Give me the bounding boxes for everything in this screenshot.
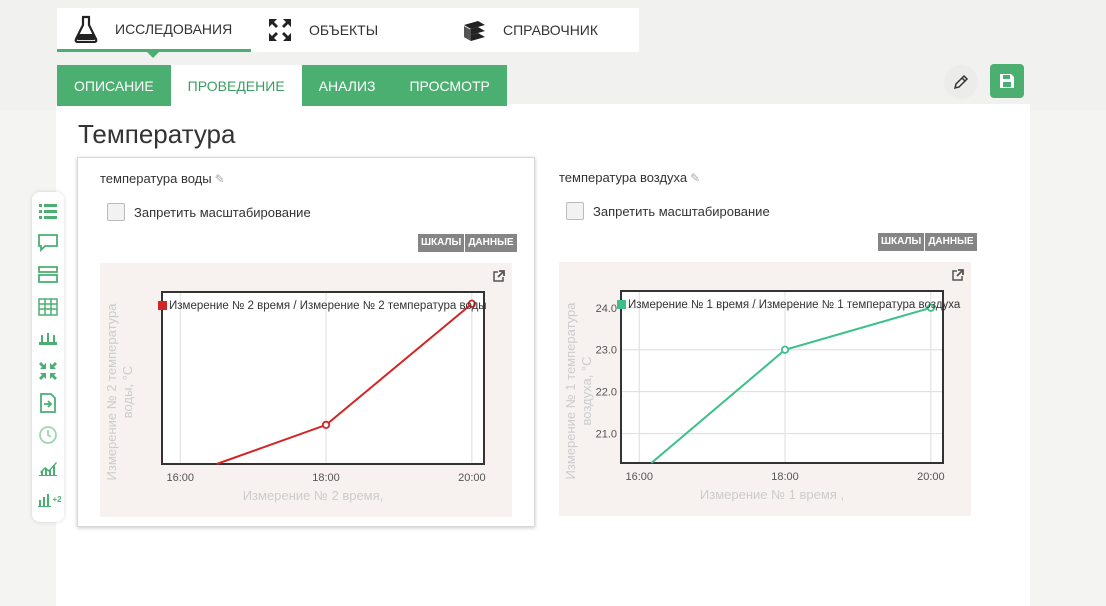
list-icon[interactable] bbox=[38, 201, 58, 221]
chart-title-text: температура воды bbox=[100, 171, 212, 186]
y-tick-label: 24.0 bbox=[596, 303, 617, 315]
clock-icon[interactable] bbox=[38, 425, 58, 445]
chart-card-air[interactable]: температура воздуха ✎ Запретить масштабир… bbox=[537, 157, 993, 525]
chart-buttons: ШКАЛЫ ДАННЫЕ bbox=[877, 233, 977, 251]
y-axis-label-line1: Измерение № 2 температура bbox=[104, 303, 119, 481]
tab-objects-label: ОБЪЕКТЫ bbox=[309, 22, 379, 38]
collapse-icon[interactable] bbox=[38, 361, 58, 381]
save-button[interactable] bbox=[990, 64, 1024, 98]
plot-background bbox=[162, 292, 484, 464]
tab-research-label: ИССЛЕДОВАНИЯ bbox=[115, 20, 233, 37]
table-rows-icon[interactable] bbox=[38, 265, 58, 285]
x-tick-label: 18:00 bbox=[312, 472, 340, 484]
tab-objects[interactable]: ОБЪЕКТЫ bbox=[251, 8, 445, 52]
chart-card-water[interactable]: температура воды ✎ Запретить масштабирова… bbox=[77, 157, 535, 527]
grid-table-icon[interactable] bbox=[38, 297, 58, 317]
legend-swatch bbox=[617, 300, 626, 309]
checkbox-label: Запретить масштабирование bbox=[134, 204, 311, 220]
x-axis-label: Измерение № 1 время , bbox=[700, 487, 844, 502]
checkbox-box[interactable] bbox=[107, 203, 125, 221]
disable-zoom-checkbox[interactable]: Запретить масштабирование bbox=[107, 203, 311, 221]
tab-reference-label: СПРАВОЧНИК bbox=[503, 22, 599, 38]
chart-title: температура воздуха ✎ bbox=[559, 170, 700, 185]
y-axis-label-line2: воды, °C bbox=[120, 366, 135, 418]
y-tick-label: 22.0 bbox=[596, 387, 617, 399]
expand-arrows-icon bbox=[265, 15, 295, 45]
chart-buttons: ШКАЛЫ ДАННЫЕ bbox=[417, 234, 517, 252]
legend-swatch bbox=[158, 301, 167, 310]
legend-label: Измерение № 1 время / Измерение № 1 темп… bbox=[628, 299, 961, 311]
plot-area: 16:00 18:00 20:00 Измерение № 2 время / Изм… bbox=[100, 263, 512, 517]
books-icon bbox=[459, 15, 489, 45]
scales-button[interactable]: ШКАЛЫ bbox=[878, 233, 925, 251]
y-tick-label: 23.0 bbox=[596, 345, 617, 357]
x-tick-label: 16:00 bbox=[166, 472, 194, 484]
data-point bbox=[780, 345, 790, 354]
chart-line-icon[interactable] bbox=[38, 457, 58, 477]
chart-title-text: температура воздуха bbox=[559, 170, 688, 185]
subtab-view[interactable]: ПРОСМОТР bbox=[392, 65, 507, 106]
chart-title: температура воды ✎ bbox=[100, 171, 225, 186]
x-tick-label: 18:00 bbox=[771, 471, 799, 483]
plot-background bbox=[621, 291, 943, 463]
main-nav: ИССЛЕДОВАНИЯ ОБЪЕКТЫ СПРАВОЧНИК bbox=[57, 8, 639, 58]
subtab-description[interactable]: ОПИСАНИЕ bbox=[57, 65, 171, 106]
x-tick-label: 20:00 bbox=[917, 471, 945, 483]
comment-icon[interactable] bbox=[38, 233, 58, 253]
edit-title-icon[interactable]: ✎ bbox=[215, 172, 225, 186]
tool-sidebar: +2 bbox=[32, 192, 64, 522]
sub-nav: ОПИСАНИЕ ПРОВЕДЕНИЕ АНАЛИЗ ПРОСМОТР bbox=[57, 65, 507, 106]
flask-icon bbox=[71, 14, 101, 44]
edit-title-icon[interactable]: ✎ bbox=[690, 171, 700, 185]
y-axis-label-line2: воздуха, °C bbox=[579, 357, 594, 426]
chart-count-badge: +2 bbox=[52, 494, 62, 504]
subtab-analysis[interactable]: АНАЛИЗ bbox=[301, 65, 393, 106]
floppy-disk-icon bbox=[1000, 74, 1014, 88]
x-tick-label: 16:00 bbox=[625, 471, 653, 483]
tab-research[interactable]: ИССЛЕДОВАНИЯ bbox=[57, 8, 251, 58]
chart-svg: 16:00 18:00 20:00 Измерение № 2 время / Изм… bbox=[104, 291, 487, 503]
sensor-icon[interactable] bbox=[38, 329, 58, 349]
edit-button[interactable] bbox=[944, 65, 978, 99]
y-tick-label: 21.0 bbox=[596, 429, 617, 441]
chart-multi-icon[interactable]: +2 bbox=[38, 489, 62, 509]
pencil-icon bbox=[953, 74, 969, 90]
subtab-conducting[interactable]: ПРОВЕДЕНИЕ bbox=[170, 65, 302, 106]
data-point bbox=[321, 420, 331, 430]
checkbox-label: Запретить масштабирование bbox=[593, 203, 770, 219]
disable-zoom-checkbox[interactable]: Запретить масштабирование bbox=[566, 202, 770, 220]
x-axis-label: Измерение № 2 время, bbox=[243, 488, 384, 503]
y-axis-label-line1: Измерение № 1 температура bbox=[563, 302, 578, 480]
plot-area: 16:00 18:00 20:00 21.0 22.0 23.0 24.0 Измерение… bbox=[559, 262, 971, 516]
scales-button[interactable]: ШКАЛЫ bbox=[418, 234, 465, 252]
page-title: Температура bbox=[78, 119, 236, 149]
data-button[interactable]: ДАННЫЕ bbox=[925, 233, 977, 251]
import-icon[interactable] bbox=[38, 393, 58, 413]
legend-label: Измерение № 2 время / Измерение № 2 темп… bbox=[169, 300, 487, 312]
tab-reference[interactable]: СПРАВОЧНИК bbox=[445, 8, 639, 52]
x-tick-label: 20:00 bbox=[458, 472, 486, 484]
chart-svg: 16:00 18:00 20:00 21.0 22.0 23.0 24.0 Измерение… bbox=[563, 290, 961, 502]
data-button[interactable]: ДАННЫЕ bbox=[465, 234, 517, 252]
checkbox-box[interactable] bbox=[566, 202, 584, 220]
